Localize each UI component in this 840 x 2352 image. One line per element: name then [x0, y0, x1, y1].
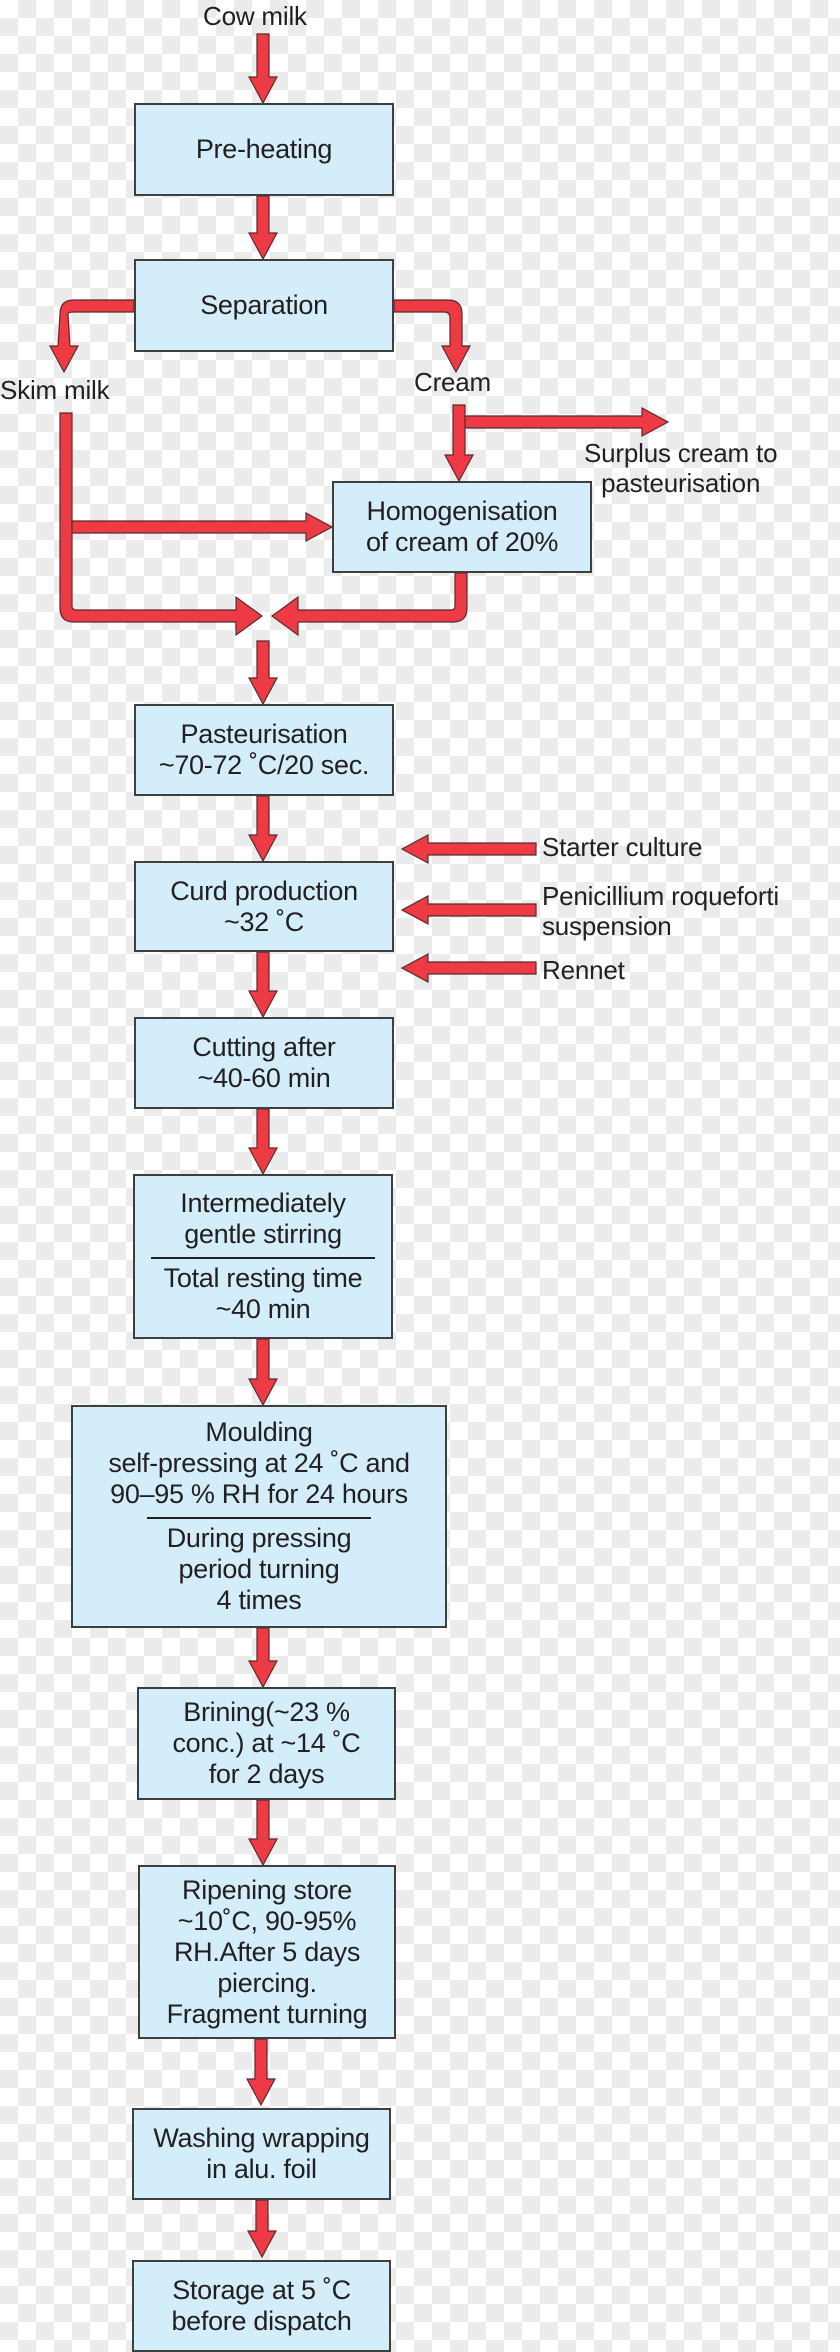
arrow-homogenisation-to-merge	[270, 572, 468, 637]
step-text: ~32 ˚C	[224, 906, 304, 937]
step-text: ~10˚C, 90-95%	[177, 1905, 357, 1936]
skim-milk-label: Skim milk	[0, 375, 110, 405]
arrow-separation-to-skim-milk	[48, 299, 135, 374]
arrow-curd-to-cutting	[247, 951, 279, 1019]
step-homogenisation: Homogenisation of cream of 20%	[332, 481, 592, 573]
arrow-ripening-to-washing	[245, 2038, 277, 2107]
step-text: During pressing	[166, 1523, 352, 1553]
step-moulding: Moulding self-pressing at 24 ˚C and 90–9…	[71, 1405, 447, 1628]
step-text: Storage at 5 ˚C	[172, 2275, 351, 2305]
step-preheating: Pre-heating	[134, 103, 394, 196]
arrow-brining-to-ripening	[247, 1799, 279, 1867]
arrow-cowmilk-to-preheating	[247, 33, 279, 105]
divider	[147, 1517, 371, 1519]
step-text: in alu. foil	[206, 2154, 317, 2184]
step-text: Cutting after	[192, 1032, 336, 1062]
arrow-cream-surplus	[464, 406, 670, 438]
step-text: before dispatch	[171, 2306, 352, 2336]
arrow-starter-culture	[400, 833, 537, 865]
step-text: 90–95 % RH for 24 hours	[110, 1479, 408, 1509]
arrow-separation-to-cream	[393, 299, 472, 374]
step-text: Curd production	[170, 875, 358, 906]
input-label-cow-milk: Cow milk	[203, 1, 307, 31]
step-text: ~40-60 min	[197, 1063, 331, 1093]
step-text: Total resting time	[163, 1263, 363, 1293]
step-text: period turning	[178, 1554, 340, 1584]
cream-label: Cream	[414, 367, 492, 397]
step-cutting: Cutting after ~40-60 min	[134, 1017, 394, 1109]
flow-arrows	[48, 33, 670, 2259]
step-separation: Separation	[134, 259, 394, 352]
step-storage: Storage at 5 ˚C before dispatch	[132, 2260, 391, 2352]
starter-culture-label: Starter culture	[542, 832, 703, 862]
step-stirring: Intermediately gentle stirring Total res…	[133, 1174, 393, 1339]
step-text: Separation	[200, 290, 328, 320]
step-text: Pre-heating	[195, 134, 333, 164]
step-curd-production: Curd production ~32 ˚C	[134, 861, 394, 952]
step-text: of cream of 20%	[365, 527, 559, 557]
arrow-stirring-to-moulding	[247, 1338, 279, 1407]
arrow-penicillium	[400, 894, 537, 926]
step-text: self-pressing at 24 ˚C and	[108, 1448, 410, 1478]
penicillium-line-2: suspension	[542, 911, 672, 941]
step-pasteurisation: Pasteurisation ~70-72 ˚C/20 sec.	[134, 704, 394, 796]
step-text: Fragment turning	[166, 1998, 368, 2029]
arrow-pasteurisation-to-curd	[247, 795, 279, 863]
arrow-skim-milk-to-homogenisation	[71, 511, 334, 543]
step-text: ~70-72 ˚C/20 sec.	[158, 750, 370, 780]
step-text: ~40 min	[215, 1294, 311, 1324]
step-text: Moulding	[205, 1417, 313, 1447]
arrow-cutting-to-stirring	[247, 1108, 279, 1176]
step-text: conc.) at ~14 ˚C	[172, 1728, 361, 1758]
arrow-moulding-to-brining	[247, 1627, 279, 1689]
step-text: Brining(~23 %	[183, 1697, 350, 1727]
step-text: RH.After 5 days	[173, 1936, 361, 1967]
penicillium-line-1: Penicillium roqueforti	[542, 881, 779, 911]
step-text: Ripening store	[182, 1874, 352, 1905]
step-text: Homogenisation	[366, 496, 558, 526]
surplus-cream-line-2: pasteurisation	[601, 468, 761, 498]
surplus-cream-label: Surplus cream to pasteurisation	[584, 438, 778, 498]
step-text: Pasteurisation	[180, 719, 348, 749]
step-text: 4 times	[216, 1585, 302, 1615]
step-ripening: Ripening store ~10˚C, 90-95% RH.After 5 …	[138, 1865, 396, 2039]
step-text: gentle stirring	[184, 1219, 342, 1249]
step-text: Intermediately	[180, 1188, 346, 1218]
step-washing: Washing wrapping in alu. foil	[132, 2108, 391, 2200]
divider	[151, 1257, 375, 1259]
surplus-cream-line-1: Surplus cream to	[584, 438, 778, 468]
arrow-preheating-to-separation	[247, 195, 279, 261]
step-text: piercing.	[217, 1967, 317, 1998]
step-brining: Brining(~23 % conc.) at ~14 ˚C for 2 day…	[137, 1687, 396, 1800]
arrow-washing-to-storage	[246, 2199, 278, 2259]
penicillium-label: Penicillium roqueforti suspension	[542, 881, 779, 941]
step-text: Washing wrapping	[153, 2123, 370, 2153]
step-text: for 2 days	[208, 1759, 325, 1789]
arrow-merge-to-pasteurisation	[247, 640, 279, 706]
rennet-label: Rennet	[542, 955, 625, 985]
arrow-rennet	[400, 952, 537, 984]
